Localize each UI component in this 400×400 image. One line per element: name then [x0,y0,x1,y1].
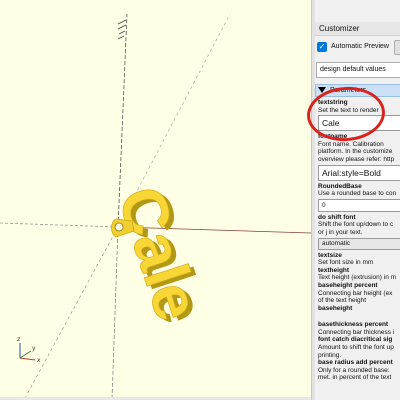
param-label: textstring [318,99,348,106]
param-input[interactable]: 0 [318,198,400,212]
gizmo-x-label: x [37,357,41,364]
preset-select[interactable]: design default values [316,62,400,78]
keychain-model: Cale Cale [104,178,220,332]
param-desc: Text height (extrusion) in m [318,274,397,282]
axis-gizmo: z x y [17,336,41,364]
customizer-title: Customizer [315,22,400,36]
param-desc: Set the text to render [318,106,379,114]
param-desc: overview please refer: http [318,155,395,163]
gizmo-z-label: z [17,336,20,343]
param-desc: Set font size in mm [318,259,374,267]
gizmo-y-label: y [32,345,36,352]
model-text: Cale [104,178,214,329]
param-input[interactable]: Cale [318,115,400,132]
param-desc: or j in your text. [318,228,363,236]
param-label: font catch diacritical sig [318,336,393,344]
param-desc: Connecting bar thickness i [318,328,395,336]
param-label: baseheight [318,304,353,312]
param-desc: Font name. Calibration [318,140,384,148]
param-label: baseheight percent [318,281,378,289]
gizmo-y-axis [19,350,32,359]
parameter-list: textstring Set the text to render Cale font… [318,99,400,382]
automatic-preview-checkbox[interactable]: ✓ [317,42,327,52]
param-label: textheight [318,266,350,274]
axis-line-x-neg [0,222,119,228]
param-desc: of the text height [318,297,367,305]
param-label: RoundedBase [318,182,362,190]
customizer-panel: Customizer ✓ Automatic Preview design de… [315,0,400,400]
axis-ticks [117,19,127,40]
param-label: basethickness percent [318,321,389,329]
param-desc: platform. In the customize [318,148,393,156]
axis-line-z-neg [111,226,119,400]
param-desc: Use a rounded base to con [318,190,397,198]
preview-button[interactable] [394,40,400,55]
param-desc: Only for a rounded base: [318,366,390,374]
viewport-canvas[interactable]: Cale Cale z x y [0,0,311,400]
automatic-preview-label: Automatic Preview [331,43,389,50]
param-label: textsize [318,251,342,259]
parameters-header-label: Parameters [330,87,367,94]
param-desc: met. in percent of the text [318,374,392,382]
3d-viewport[interactable]: Cale Cale z x y [0,0,311,400]
param-desc: Amount to shift the font up [318,344,394,352]
automatic-preview-row[interactable]: ✓ Automatic Preview [315,40,400,56]
param-desc: Shift the font up/down to c [318,221,394,229]
parameters-group-header[interactable]: Parameters [315,84,400,97]
param-desc: printing. [318,351,342,359]
param-spacer [318,312,400,321]
param-label: fontname [318,133,348,141]
keychain-hole [114,222,124,232]
collapse-triangle-icon [318,87,326,94]
axis-line-y-neg [23,226,119,400]
param-select[interactable]: automatic [318,237,400,250]
param-desc: Connecting bar height (ex [318,289,393,297]
gizmo-x-axis [19,357,36,361]
param-label: do shift font [318,213,356,221]
param-input[interactable]: Arial:style=Bold [318,164,400,181]
param-label: base radius add percent [318,359,393,367]
